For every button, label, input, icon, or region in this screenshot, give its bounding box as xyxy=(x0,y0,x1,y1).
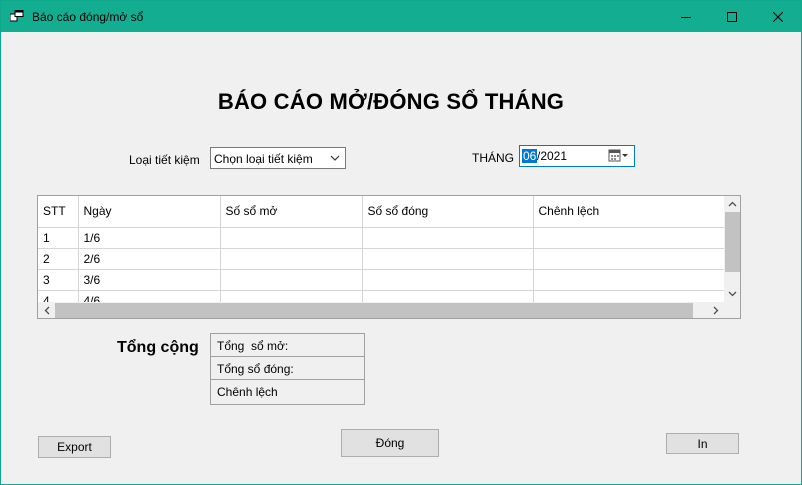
column-header-chenh-lech[interactable]: Chênh lệch xyxy=(533,196,725,228)
window-title: Báo cáo đóng/mở sổ xyxy=(32,10,144,24)
summary-total-opened: Tổng sổ mở: xyxy=(211,334,364,357)
cell-stt[interactable]: 2 xyxy=(38,248,79,270)
month-label: THÁNG xyxy=(472,151,514,165)
horizontal-scrollbar[interactable] xyxy=(38,302,724,318)
close-button[interactable]: Đóng xyxy=(341,429,439,457)
horizontal-scroll-thumb[interactable] xyxy=(55,303,693,318)
table-header-row: STT Ngày Số sổ mở Số sổ đóng Chênh lệch xyxy=(38,196,725,228)
minimize-icon xyxy=(681,16,691,18)
calendar-icon[interactable] xyxy=(608,149,630,163)
print-button[interactable]: In xyxy=(666,433,739,454)
year-value[interactable]: /2021 xyxy=(537,149,567,163)
cell-stt[interactable]: 3 xyxy=(38,269,79,291)
column-header-so-so-dong[interactable]: Số sổ đóng xyxy=(362,196,534,228)
chevron-left-icon xyxy=(44,306,49,315)
cell-so-so-mo[interactable] xyxy=(220,227,363,249)
vertical-scrollbar[interactable] xyxy=(724,196,740,302)
report-window: Báo cáo đóng/mở sổ BÁO CÁO MỞ/ĐÓNG SỔ TH… xyxy=(0,0,802,485)
table-row[interactable]: 2 2/6 xyxy=(38,248,725,270)
cell-stt[interactable]: 1 xyxy=(38,227,79,249)
cell-so-so-dong[interactable] xyxy=(362,227,534,249)
close-icon xyxy=(773,11,783,22)
app-icon xyxy=(10,10,24,22)
report-table[interactable]: STT Ngày Số sổ mở Số sổ đóng Chênh lệch … xyxy=(37,195,741,319)
scroll-up-button[interactable] xyxy=(724,196,740,212)
cell-ngay[interactable]: 2/6 xyxy=(78,248,221,270)
scrollbar-corner xyxy=(724,302,740,318)
cell-chenh-lech[interactable] xyxy=(533,269,725,291)
month-picker[interactable]: 06 /2021 xyxy=(519,145,635,167)
savings-type-label: Loại tiết kiệm xyxy=(129,153,200,167)
chevron-right-icon xyxy=(713,306,718,315)
chevron-up-icon xyxy=(728,201,737,207)
cell-so-so-mo[interactable] xyxy=(220,248,363,270)
cell-chenh-lech[interactable] xyxy=(533,248,725,270)
cell-ngay[interactable]: 1/6 xyxy=(78,227,221,249)
table-row[interactable]: 3 3/6 xyxy=(38,269,725,291)
summary-total-closed: Tổng sổ đóng: xyxy=(211,357,364,380)
scroll-left-button[interactable] xyxy=(38,302,55,318)
month-value[interactable]: 06 xyxy=(522,149,538,163)
cell-ngay[interactable]: 3/6 xyxy=(78,269,221,291)
chevron-down-icon xyxy=(330,155,340,161)
table-row[interactable]: 1 1/6 xyxy=(38,227,725,249)
column-header-ngay[interactable]: Ngày xyxy=(78,196,221,228)
page-title: BÁO CÁO MỞ/ĐÓNG SỔ THÁNG xyxy=(217,89,565,114)
savings-type-select[interactable]: Chọn loại tiết kiệm xyxy=(210,147,346,169)
scroll-right-button[interactable] xyxy=(707,302,724,318)
column-header-stt[interactable]: STT xyxy=(38,196,79,228)
minimize-button[interactable] xyxy=(663,1,709,32)
summary-difference: Chênh lệch xyxy=(217,385,278,399)
column-header-so-so-mo[interactable]: Số sổ mở xyxy=(220,196,363,228)
scroll-down-button[interactable] xyxy=(724,286,740,302)
summary-label: Tổng cộng xyxy=(117,339,199,356)
maximize-button[interactable] xyxy=(709,1,755,32)
savings-type-value: Chọn loại tiết kiệm xyxy=(214,152,313,166)
cell-so-so-mo[interactable] xyxy=(220,269,363,291)
summary-box: Tổng sổ mở: Tổng sổ đóng: Chênh lệch xyxy=(210,333,365,405)
cell-so-so-dong[interactable] xyxy=(362,248,534,270)
maximize-icon xyxy=(727,11,737,22)
title-bar[interactable]: Báo cáo đóng/mở sổ xyxy=(1,1,801,32)
vertical-scroll-thumb[interactable] xyxy=(725,212,740,272)
export-button[interactable]: Export xyxy=(38,436,111,458)
chevron-down-icon xyxy=(728,291,737,297)
cell-chenh-lech[interactable] xyxy=(533,227,725,249)
close-window-button[interactable] xyxy=(755,1,801,32)
cell-so-so-dong[interactable] xyxy=(362,269,534,291)
